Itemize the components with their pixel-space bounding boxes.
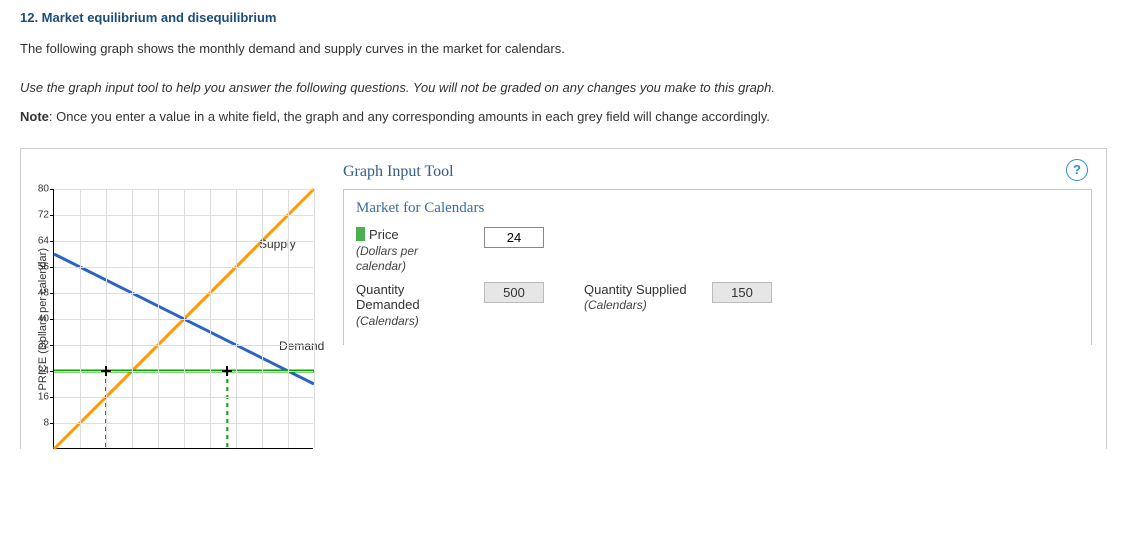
price-sublabel: (Dollars per calendar) bbox=[356, 244, 418, 274]
panel-title: Market for Calendars bbox=[356, 200, 1079, 217]
tool-panel: Market for Calendars Price (Dollars per … bbox=[343, 189, 1092, 345]
qs-value: 150 bbox=[712, 282, 772, 303]
qs-sublabel: (Calendars) bbox=[584, 298, 647, 312]
tool-header: Graph Input Tool bbox=[343, 163, 1092, 181]
help-button[interactable]: ? bbox=[1066, 159, 1088, 181]
plot-area[interactable]: Supply Demand bbox=[53, 189, 313, 449]
instruction-text: Use the graph input tool to help you ans… bbox=[20, 80, 1107, 95]
price-field: Price (Dollars per calendar) bbox=[356, 227, 544, 274]
intro-text: The following graph shows the monthly de… bbox=[20, 41, 1107, 56]
price-label: Price bbox=[369, 227, 399, 242]
qd-label: Quantity Demanded bbox=[356, 282, 420, 313]
qs-field: Quantity Supplied (Calendars) 150 bbox=[584, 282, 772, 329]
price-marker-icon[interactable] bbox=[222, 366, 232, 376]
note-body: : Once you enter a value in a white fiel… bbox=[49, 109, 770, 124]
chart[interactable]: PRICE (Dollars per calendar) 81624324048… bbox=[35, 189, 313, 449]
note-prefix: Note bbox=[20, 109, 49, 124]
graph-tool-container: PRICE (Dollars per calendar) 81624324048… bbox=[20, 148, 1107, 449]
question-title: 12. Market equilibrium and disequilibriu… bbox=[20, 10, 1107, 25]
qd-field: Quantity Demanded (Calendars) 500 bbox=[356, 282, 544, 329]
qd-sublabel: (Calendars) bbox=[356, 314, 419, 328]
demand-series-label: Demand bbox=[279, 339, 324, 353]
note-text: Note: Once you enter a value in a white … bbox=[20, 109, 1107, 124]
qd-value: 500 bbox=[484, 282, 544, 303]
supply-series-label: Supply bbox=[259, 237, 296, 251]
qs-label: Quantity Supplied bbox=[584, 282, 687, 297]
price-input[interactable] bbox=[484, 227, 544, 248]
price-swatch-icon bbox=[356, 227, 365, 241]
graph-input-tool: ? Graph Input Tool Market for Calendars … bbox=[343, 159, 1092, 345]
price-marker-icon[interactable] bbox=[101, 366, 111, 376]
